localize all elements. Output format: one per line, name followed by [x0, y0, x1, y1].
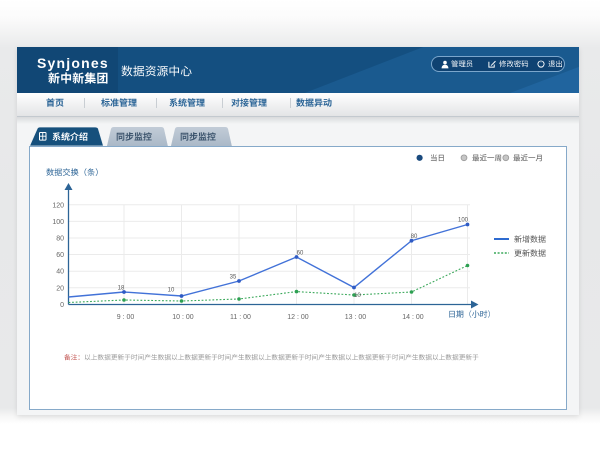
svg-text:60: 60 — [297, 251, 304, 257]
svg-text:35: 35 — [230, 275, 237, 281]
svg-text:100: 100 — [52, 219, 64, 226]
svg-text:80: 80 — [411, 234, 418, 240]
svg-text:13 : 00: 13 : 00 — [345, 314, 367, 321]
svg-text:10: 10 — [168, 288, 175, 294]
svg-text:11 : 00: 11 : 00 — [230, 314, 251, 321]
svg-text:80: 80 — [56, 236, 64, 243]
svg-text:0: 0 — [60, 302, 64, 309]
svg-text:12 : 00: 12 : 00 — [287, 314, 309, 321]
svg-text:20: 20 — [56, 285, 64, 292]
svg-text:10 : 00: 10 : 00 — [172, 314, 194, 321]
svg-text:40: 40 — [56, 269, 64, 276]
svg-text:9 : 00: 9 : 00 — [117, 314, 135, 321]
svg-text:100: 100 — [458, 218, 469, 224]
svg-text:60: 60 — [56, 252, 64, 259]
svg-text:18: 18 — [118, 286, 125, 292]
svg-text:120: 120 — [52, 202, 64, 209]
svg-text:10: 10 — [354, 293, 361, 299]
svg-text:14 : 00: 14 : 00 — [402, 314, 424, 321]
